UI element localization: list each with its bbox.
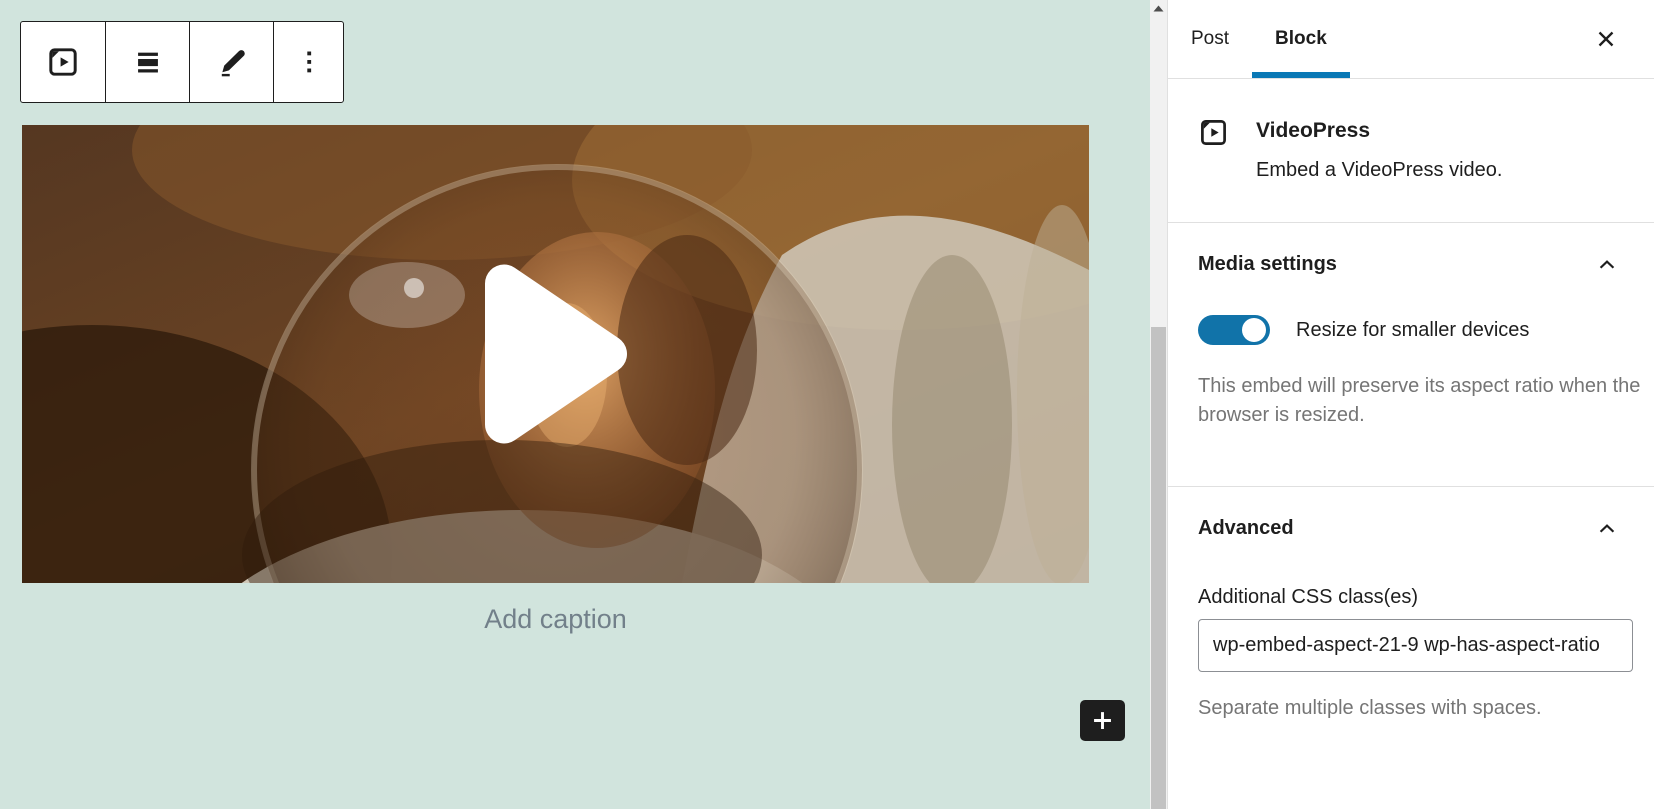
chevron-up-icon [1599,523,1615,533]
advanced-panel-toggle[interactable]: Advanced [1198,517,1633,540]
media-settings-panel: Media settings Resize for smaller device… [1168,223,1654,487]
canvas-scrollbar[interactable] [1150,0,1167,809]
media-settings-panel-toggle[interactable]: Media settings [1198,253,1633,276]
tab-post-label: Post [1191,28,1230,49]
block-card-description: Embed a VideoPress video. [1256,159,1503,181]
active-tab-indicator [1252,72,1350,78]
resize-toggle[interactable] [1198,315,1270,345]
scrollbar-up-button[interactable] [1150,0,1167,17]
videopress-video-preview[interactable] [22,125,1089,583]
editor-canvas: Add caption [0,0,1167,809]
caption-placeholder[interactable]: Add caption [22,604,1089,635]
block-toolbar [20,21,344,103]
play-button[interactable] [478,258,634,451]
css-classes-help: Separate multiple classes with spaces. [1198,697,1542,719]
resize-toggle-label[interactable]: Resize for smaller devices [1296,319,1529,342]
resize-toggle-row: Resize for smaller devices [1198,315,1633,345]
toggle-knob [1242,318,1266,342]
edit-icon [221,50,245,77]
block-card-title: VideoPress [1256,119,1371,142]
toolbar-edit-button[interactable] [189,22,273,102]
block-card-text: VideoPress Embed a VideoPress video. [1256,115,1502,182]
close-sidebar-button[interactable] [1591,24,1621,54]
close-icon [1598,31,1614,47]
css-classes-label: Additional CSS class(es) [1198,586,1419,608]
align-none-icon [137,52,158,73]
css-classes-input[interactable] [1198,619,1633,672]
scroll-up-arrow-icon [1153,5,1164,12]
toolbar-align-button[interactable] [105,22,189,102]
toolbar-options-button[interactable] [273,22,343,102]
play-icon [484,264,627,444]
media-settings-title: Media settings [1198,253,1337,275]
sidebar-header: Post Block [1168,0,1654,79]
settings-sidebar: Post Block VideoPress Embed a VideoPress… [1167,0,1654,809]
chevron-up-icon [1599,259,1615,269]
tab-post[interactable]: Post [1168,0,1252,78]
tab-block-label: Block [1275,28,1327,49]
block-inserter-button[interactable] [1080,700,1125,741]
block-editor: Add caption Post Block VideoPress Embed … [0,0,1654,809]
block-card: VideoPress Embed a VideoPress video. [1168,79,1654,223]
advanced-title: Advanced [1198,517,1294,539]
plus-icon [1094,712,1111,729]
media-settings-help: This embed will preserve its aspect rati… [1198,375,1641,426]
scrollbar-thumb[interactable] [1151,327,1166,809]
advanced-panel: Advanced Additional CSS class(es) Separa… [1168,487,1654,723]
tab-block[interactable]: Block [1252,0,1350,78]
toolbar-videopress-button[interactable] [21,22,105,102]
videopress-block-icon [1201,120,1226,145]
videopress-block-icon [49,48,77,76]
options-icon [306,51,311,73]
